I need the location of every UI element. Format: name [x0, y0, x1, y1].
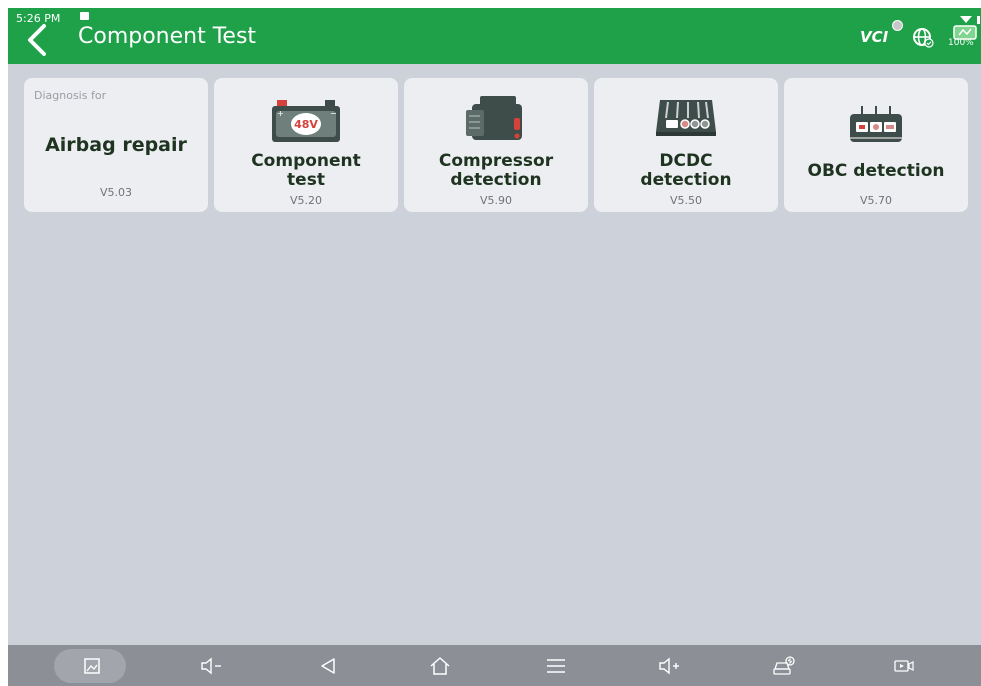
- car-diagnostics-icon: [773, 655, 795, 675]
- card-version: V5.50: [669, 194, 703, 207]
- vci-status-label[interactable]: VCI: [860, 28, 888, 46]
- obc-charger-icon: [850, 106, 902, 142]
- globe-icon[interactable]: [912, 26, 934, 48]
- card-title-line2: test: [287, 170, 325, 190]
- card-caption: Diagnosis for: [34, 89, 107, 102]
- screen-record-icon: [894, 659, 914, 672]
- card-version: V5.20: [289, 194, 323, 207]
- vci-disconnected-badge-icon: [892, 20, 903, 31]
- card-compressor-detection[interactable]: Compressor detection V5.90: [404, 78, 588, 212]
- menu-icon: [547, 658, 565, 673]
- card-version: V5.03: [99, 186, 133, 199]
- home-nav-button[interactable]: [410, 645, 470, 686]
- card-airbag-repair[interactable]: Diagnosis for Airbag repair V5.03: [24, 78, 208, 212]
- back-nav-button[interactable]: [298, 645, 358, 686]
- card-title: OBC detection: [807, 161, 945, 181]
- back-button[interactable]: [24, 20, 54, 60]
- battery-voltage-label: 48V: [294, 118, 318, 131]
- card-title-line1: DCDC: [659, 151, 713, 171]
- card-title-line1: Component: [251, 151, 361, 171]
- card-title: Airbag repair: [45, 134, 187, 156]
- battery-percent: 100%: [948, 38, 974, 48]
- home-icon: [430, 656, 450, 675]
- system-nav-bar: [8, 645, 981, 686]
- volume-down-icon: [201, 657, 221, 674]
- screenshot-icon: [84, 657, 100, 674]
- menu-nav-button[interactable]: [526, 645, 586, 686]
- card-title-line2: detection: [640, 170, 732, 190]
- volume-up-button[interactable]: [640, 645, 700, 686]
- screenshot-button[interactable]: [62, 645, 122, 686]
- card-title-line2: detection: [450, 170, 542, 190]
- page-title: Component Test: [78, 24, 257, 49]
- car-diagnostics-button[interactable]: [754, 645, 814, 686]
- volume-up-icon: [659, 657, 679, 674]
- volume-down-button[interactable]: [182, 645, 242, 686]
- compressor-icon: [466, 96, 522, 140]
- card-version: V5.90: [479, 194, 513, 207]
- back-icon: [321, 657, 335, 674]
- card-title-line1: Compressor: [438, 151, 554, 171]
- gallery-notification-icon: [80, 12, 89, 20]
- battery-icon: [953, 16, 980, 40]
- card-dcdc-detection[interactable]: DCDC detection V5.50: [594, 78, 778, 212]
- card-version: V5.70: [859, 194, 893, 207]
- svg-text:+: +: [277, 109, 284, 118]
- battery-48v-icon: + − 48V: [272, 100, 340, 142]
- dcdc-converter-icon: [656, 100, 716, 136]
- card-component-test[interactable]: + − 48V Component test V5.20: [214, 78, 398, 212]
- card-obc-detection[interactable]: OBC detection V5.70: [784, 78, 968, 212]
- screen-record-button[interactable]: [874, 645, 934, 686]
- title-bar: 5:26 PM Component Test VCI 100%: [8, 8, 981, 64]
- app-screen: 5:26 PM Component Test VCI 100% Diagnosi…: [8, 8, 981, 686]
- svg-text:−: −: [330, 109, 337, 118]
